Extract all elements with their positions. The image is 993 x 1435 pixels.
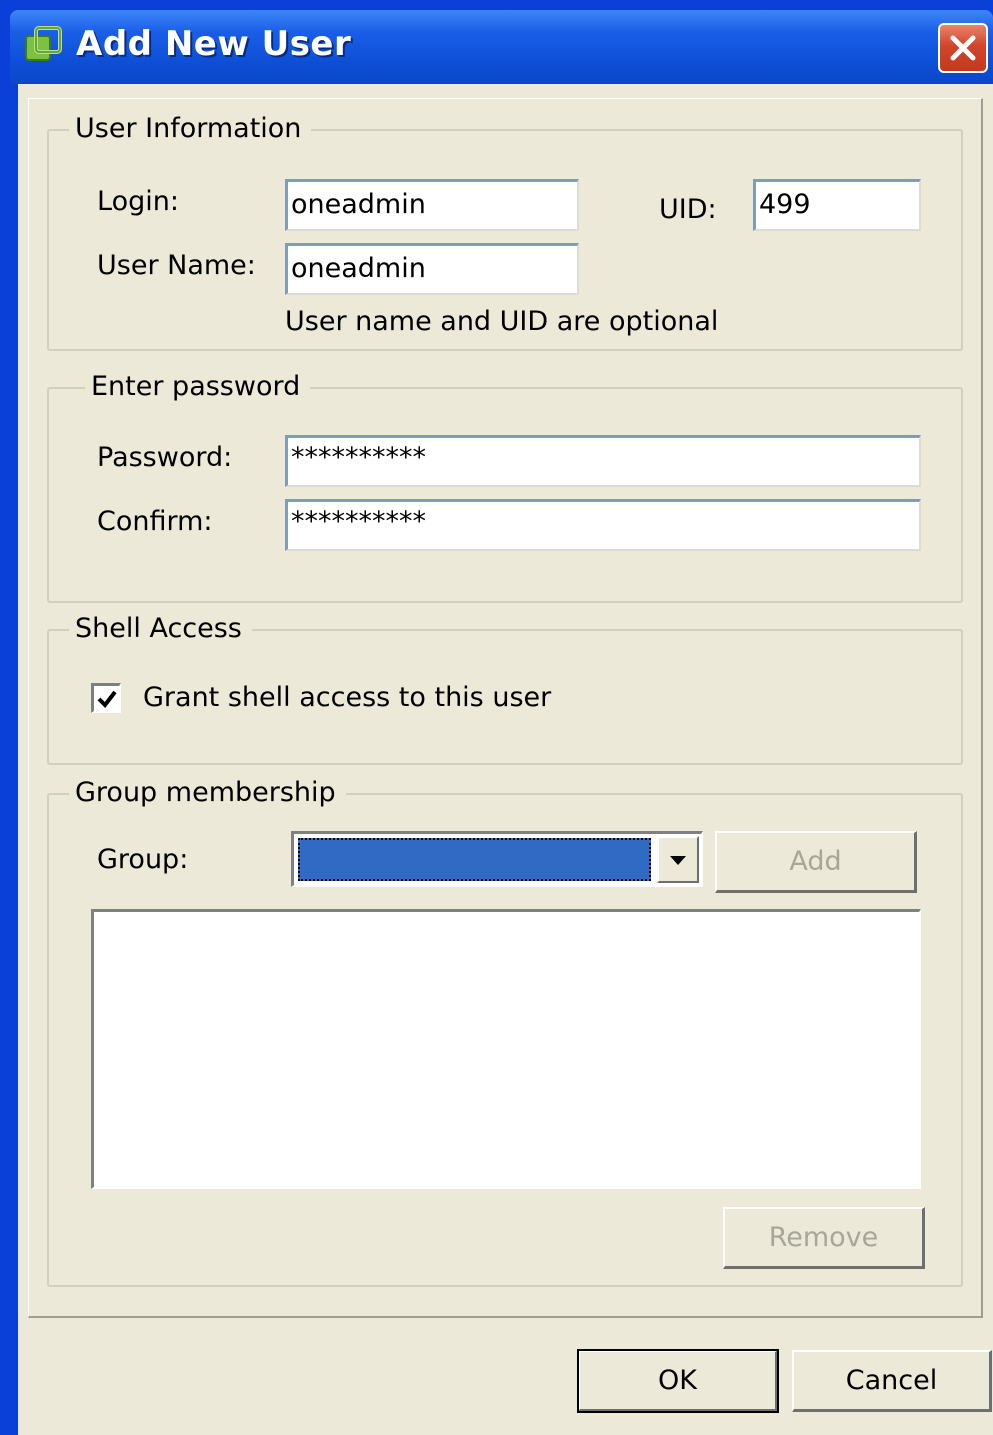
shell-access-group: Shell Access Grant shell access to this …: [47, 611, 963, 765]
group-select[interactable]: [291, 831, 703, 887]
dialog-body: User Information Login: oneadmin UID: 49…: [18, 84, 993, 1435]
vsphere-app-icon: [25, 26, 62, 61]
enter-password-group: Enter password Password: ********** Conf…: [47, 369, 963, 603]
close-icon: [950, 35, 976, 61]
group-membership-group: Group membership Group: Add Remove: [47, 775, 963, 1287]
enter-password-legend: Enter password: [85, 369, 311, 405]
window-title: Add New User: [76, 24, 352, 64]
group-members-list[interactable]: [91, 909, 921, 1189]
shell-access-checkbox-label[interactable]: Grant shell access to this user: [143, 681, 551, 715]
confirm-label: Confirm:: [97, 506, 213, 537]
add-group-button[interactable]: Add: [715, 831, 917, 893]
content-panel: User Information Login: oneadmin UID: 49…: [28, 98, 983, 1318]
title-bar[interactable]: Add New User: [10, 10, 993, 84]
group-label: Group:: [97, 844, 189, 875]
user-information-group: User Information Login: oneadmin UID: 49…: [47, 111, 963, 351]
user-information-legend: User Information: [69, 111, 312, 147]
uid-label: UID:: [659, 194, 717, 225]
login-input[interactable]: oneadmin: [285, 179, 579, 231]
password-label: Password:: [97, 442, 233, 473]
uid-input[interactable]: 499: [753, 179, 921, 231]
cancel-button[interactable]: Cancel: [792, 1350, 992, 1412]
shell-access-checkbox[interactable]: [91, 683, 121, 713]
password-input[interactable]: **********: [285, 435, 921, 487]
group-membership-legend: Group membership: [69, 775, 346, 811]
user-name-label: User Name:: [97, 250, 256, 281]
confirm-password-input[interactable]: **********: [285, 499, 921, 551]
chevron-down-icon: [670, 855, 686, 865]
user-name-input[interactable]: oneadmin: [285, 243, 579, 295]
login-label: Login:: [97, 186, 179, 217]
shell-access-legend: Shell Access: [69, 611, 252, 647]
group-select-dropdown-button[interactable]: [657, 836, 699, 883]
group-select-value: [298, 838, 651, 881]
close-button[interactable]: [938, 23, 988, 73]
checkmark-icon: [97, 690, 117, 708]
add-new-user-dialog: Add New User User Information Login: one…: [0, 0, 993, 1435]
optional-hint: User name and UID are optional: [285, 306, 719, 337]
remove-group-button[interactable]: Remove: [723, 1207, 925, 1269]
ok-button[interactable]: OK: [577, 1349, 779, 1413]
